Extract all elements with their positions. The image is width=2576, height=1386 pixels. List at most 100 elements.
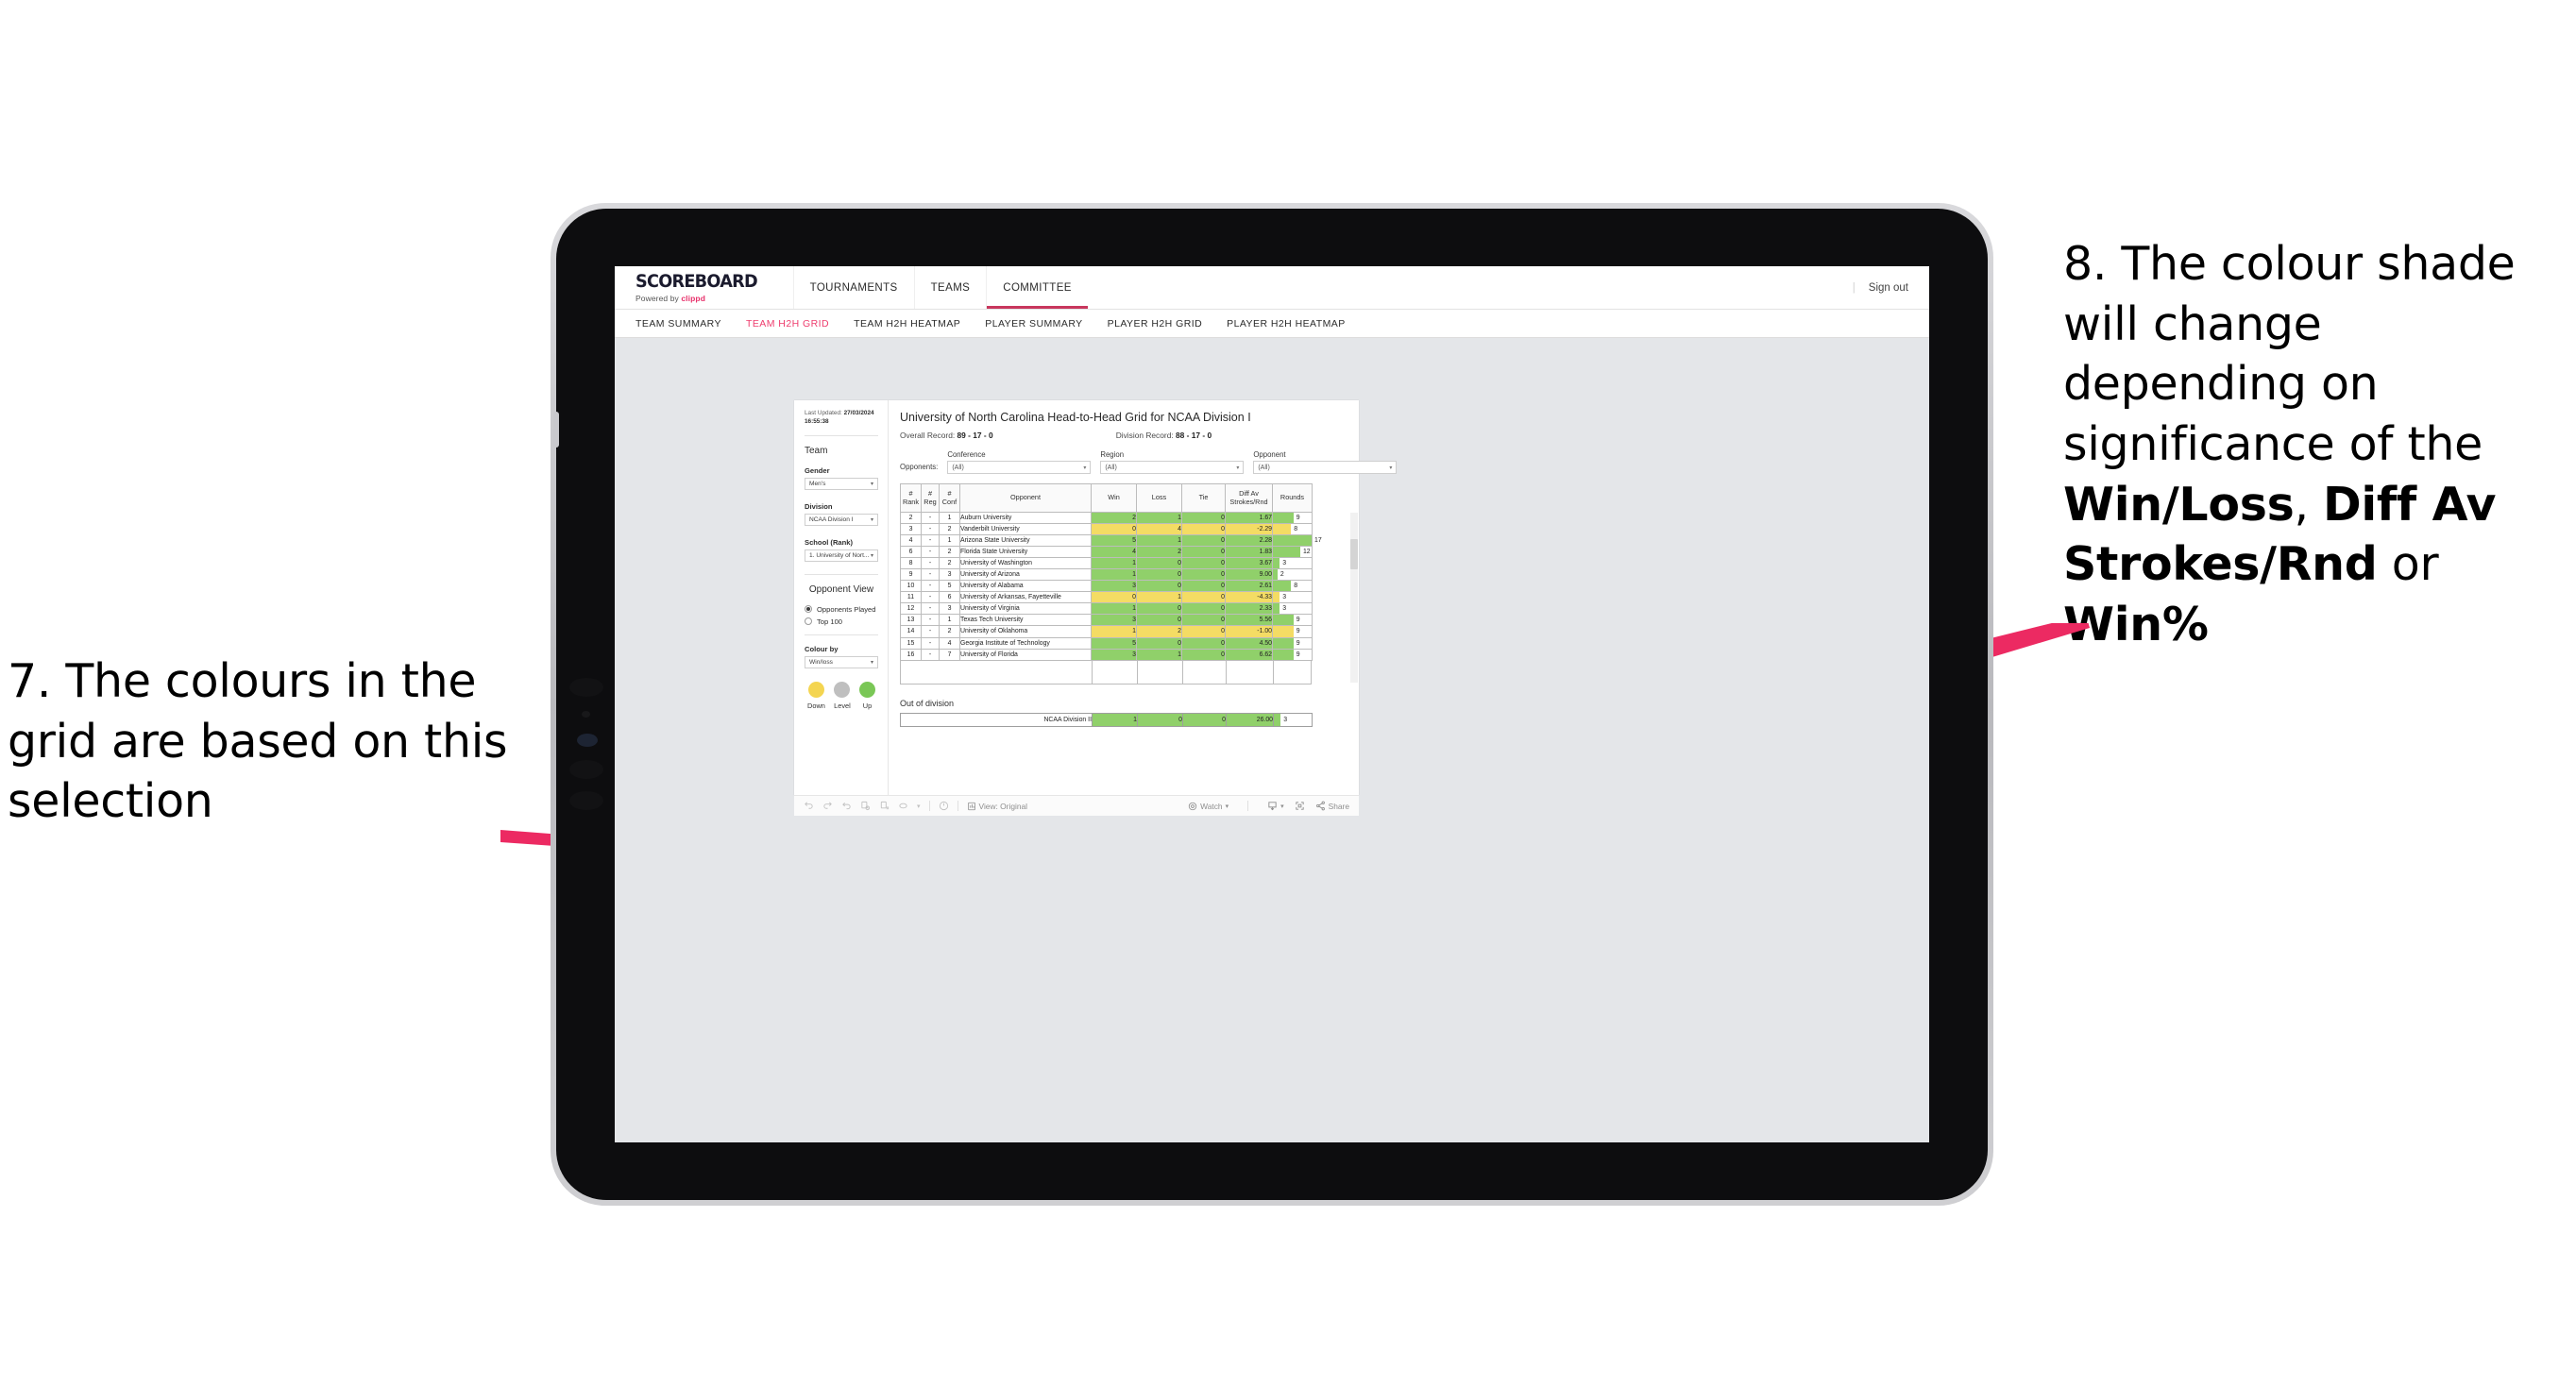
cell-opponent: University of Florida <box>959 648 1092 661</box>
table-row[interactable]: 3-2 Vanderbilt University 0 4 0 -2.29 8 <box>900 523 1313 536</box>
division-record: Division Record: 88 - 17 - 0 <box>1116 431 1212 440</box>
table-row[interactable]: 12-3 University of Virginia 1 0 0 2.33 3 <box>900 602 1313 616</box>
cell-tie: 0 <box>1181 580 1226 593</box>
team-heading: Team <box>805 445 828 456</box>
legend-item-up: Up <box>858 681 875 710</box>
subnav-item-team-h2h-heatmap[interactable]: TEAM H2H HEATMAP <box>854 318 960 330</box>
cell-win: 1 <box>1091 602 1137 616</box>
filter-opponent-select[interactable]: (All) ▾ <box>1253 461 1398 474</box>
cell-tie: 0 <box>1181 602 1226 616</box>
pause-icon[interactable] <box>939 801 949 811</box>
cell-reg: - <box>921 580 940 593</box>
volume-down-button[interactable] <box>569 791 603 810</box>
cell-opponent: Florida State University <box>959 546 1092 559</box>
cell-tie: 0 <box>1181 614 1226 627</box>
table-row[interactable]: 6-2 Florida State University 4 2 0 1.83 12 <box>900 546 1313 559</box>
toolbar-divider-1 <box>928 801 930 811</box>
radio-icon-selected <box>805 605 812 614</box>
cell-reg: - <box>921 602 940 616</box>
filter-conference: Conference (All) ▾ <box>947 450 1092 474</box>
cell-reg: - <box>921 557 940 570</box>
watch-button[interactable]: Watch ▾ <box>1188 802 1229 811</box>
annotation-right-mid2: or <box>2377 537 2439 592</box>
out-of-division-row[interactable]: NCAA Division II 1 0 0 26.00 3 <box>900 712 1313 727</box>
cell-tie: 0 <box>1181 591 1226 604</box>
cell-opponent: Vanderbilt University <box>959 523 1092 536</box>
pause-updates-icon[interactable] <box>879 801 890 811</box>
tablet-bezel: SCOREBOARD Powered by clippd TOURNAMENTS… <box>553 209 1988 1200</box>
tablet-screen: SCOREBOARD Powered by clippd TOURNAMENTS… <box>615 266 1929 1142</box>
col-win: Win <box>1091 483 1137 513</box>
filter-region-select[interactable]: (All) ▾ <box>1100 461 1245 474</box>
brand-logo[interactable]: SCOREBOARD Powered by clippd <box>636 266 793 309</box>
cell-win: 3 <box>1091 648 1137 661</box>
out-of-division-table: NCAA Division II 1 0 0 26.00 3 <box>900 712 1313 727</box>
table-row[interactable]: 15-4 Georgia Institute of Technology 5 0 0 4.… <box>900 636 1313 650</box>
subnav-item-player-h2h-grid[interactable]: PLAYER H2H GRID <box>1108 318 1203 330</box>
refresh-data-icon[interactable] <box>860 801 871 811</box>
table-row[interactable]: 2-1 Auburn University 2 1 0 1.67 9 <box>900 511 1313 525</box>
cell-loss: 1 <box>1136 511 1182 525</box>
radio-top-100[interactable]: Top 100 <box>805 617 878 626</box>
grid-scrollbar[interactable] <box>1350 513 1358 683</box>
table-row[interactable]: 4-1 Arizona State University 5 1 0 2.28 17 <box>900 534 1322 548</box>
subnav-item-player-h2h-heatmap[interactable]: PLAYER H2H HEATMAP <box>1227 318 1346 330</box>
cell-reg: - <box>921 568 940 582</box>
chevron-down-icon[interactable]: ▾ <box>917 803 921 810</box>
app-header: SCOREBOARD Powered by clippd TOURNAMENTS… <box>615 266 1929 310</box>
revert-icon[interactable] <box>841 801 852 811</box>
cell-win: 1 <box>1091 568 1137 582</box>
filter-conference-select[interactable]: (All) ▾ <box>947 461 1092 474</box>
cell-rank: 9 <box>900 568 922 582</box>
subnav-item-player-summary[interactable]: PLAYER SUMMARY <box>985 318 1082 330</box>
sign-out-link[interactable]: Sign out <box>1869 282 1908 294</box>
share-button[interactable]: Share <box>1315 801 1349 811</box>
cell-win: 2 <box>1091 511 1137 525</box>
cell-win: 4 <box>1091 546 1137 559</box>
table-row[interactable]: 14-2 University of Oklahoma 1 2 0 -1.00 9 <box>900 625 1313 638</box>
colour-by-select[interactable]: Win/loss ▾ <box>805 655 878 668</box>
subnav-item-team-h2h-grid[interactable]: TEAM H2H GRID <box>746 318 829 330</box>
division-label: Division <box>805 501 833 511</box>
brand-powered-prefix: Powered by <box>636 293 682 303</box>
cell-rank: 4 <box>900 534 922 548</box>
table-row[interactable]: 9-3 University of Arizona 1 0 0 9.00 2 <box>900 568 1313 582</box>
table-row[interactable]: 10-5 University of Alabama 3 0 0 2.61 8 <box>900 580 1313 593</box>
download-button[interactable]: ▾ <box>1267 801 1284 811</box>
table-row[interactable]: 13-1 Texas Tech University 3 0 0 5.56 9 <box>900 614 1313 627</box>
h2h-grid-table: # Rank # Reg # Conf Opponent Win Loss Tie D… <box>900 483 1322 661</box>
gender-select[interactable]: Men's ▾ <box>805 477 878 490</box>
school-select[interactable]: 1. University of Nort... ▾ <box>805 549 878 562</box>
cell-rounds: 17 <box>1272 534 1322 548</box>
out-of-division-body: NCAA Division II 1 0 0 26.00 3 <box>900 712 1313 727</box>
table-row[interactable]: 8-2 University of Washington 1 0 0 3.67 3 <box>900 557 1313 570</box>
radio-opponents-played[interactable]: Opponents Played <box>805 605 878 614</box>
cell-tie: 0 <box>1181 511 1226 525</box>
highlight-icon[interactable] <box>898 801 908 811</box>
topnav-item-committee[interactable]: COMMITTEE <box>986 266 1088 309</box>
grid-scrollbar-thumb[interactable] <box>1350 539 1358 569</box>
cell-rounds: 9 <box>1272 614 1313 627</box>
table-row[interactable]: 16-7 University of Florida 3 1 0 6.62 9 <box>900 648 1313 661</box>
division-select[interactable]: NCAA Division I ▾ <box>805 513 878 526</box>
view-original-label: View: Original <box>978 801 1028 811</box>
power-button[interactable] <box>553 412 559 448</box>
cell-reg: - <box>921 625 940 638</box>
fullscreen-icon[interactable] <box>1295 801 1305 811</box>
undo-icon[interactable] <box>804 801 814 811</box>
topnav-item-teams[interactable]: TEAMS <box>913 266 987 309</box>
redo-icon[interactable] <box>822 801 833 811</box>
cell-loss: 4 <box>1136 523 1182 536</box>
chevron-down-icon: ▾ <box>870 659 873 666</box>
ood-cell-label: NCAA Division II <box>900 712 1093 727</box>
legend-label-up: Up <box>862 701 873 710</box>
topnav-item-tournaments[interactable]: TOURNAMENTS <box>792 266 914 309</box>
cell-rounds: 9 <box>1272 636 1313 650</box>
table-row[interactable]: 11-6 University of Arkansas, Fayetteville… <box>900 591 1313 604</box>
volume-up-button[interactable] <box>569 760 603 779</box>
view-original-button[interactable]: View: Original <box>967 801 1028 811</box>
subnav-item-team-summary[interactable]: TEAM SUMMARY <box>636 318 721 330</box>
radio-label-opponents-played: Opponents Played <box>817 604 876 614</box>
cell-reg: - <box>921 614 940 627</box>
cell-rounds: 9 <box>1272 511 1313 525</box>
